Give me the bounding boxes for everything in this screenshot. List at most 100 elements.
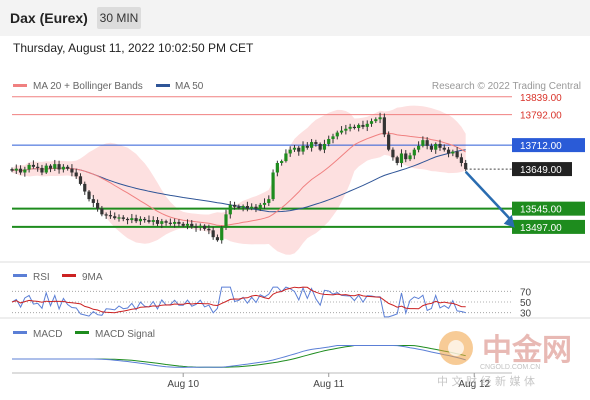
- candle: [83, 183, 87, 192]
- candle: [378, 117, 382, 120]
- macd-signal-legend-swatch: [75, 331, 89, 334]
- candle: [382, 117, 386, 135]
- candle: [48, 165, 53, 169]
- last-price-label: 13649.00: [520, 165, 562, 176]
- x-tick-label: Aug 10: [167, 379, 199, 390]
- candle: [181, 223, 185, 226]
- candle: [10, 169, 14, 171]
- candle: [241, 205, 245, 208]
- candle: [254, 206, 258, 209]
- candle: [177, 221, 181, 224]
- candle: [113, 216, 117, 219]
- candle: [331, 136, 335, 140]
- candle: [57, 164, 61, 170]
- rsi-line: [11, 286, 466, 318]
- candle: [305, 145, 309, 148]
- candle: [173, 221, 177, 224]
- candle: [151, 220, 155, 222]
- ma50-legend-label: MA 50: [175, 81, 204, 92]
- candle: [155, 220, 160, 224]
- watermark-brand: 中金网: [482, 333, 572, 368]
- candle: [78, 176, 83, 184]
- candle: [23, 169, 27, 173]
- candle: [399, 153, 404, 163]
- support-label: 13545.00: [520, 205, 562, 216]
- rsi-ma-legend-label: 9MA: [82, 272, 103, 283]
- candle: [348, 126, 352, 129]
- candle: [143, 218, 147, 221]
- candle: [301, 145, 305, 152]
- candle: [14, 168, 18, 171]
- candle: [267, 199, 271, 203]
- chart-svg: MA 20 + Bollinger Bands MA 50 Research © 2…: [0, 81, 590, 390]
- candle: [160, 221, 164, 224]
- candle: [134, 218, 138, 222]
- candle: [70, 168, 74, 173]
- pivot-label: 13712.00: [520, 141, 562, 152]
- candle: [220, 227, 224, 241]
- candle: [40, 167, 44, 173]
- candle: [121, 217, 125, 219]
- ma20-legend-swatch: [13, 84, 27, 87]
- candle: [365, 123, 369, 127]
- candle: [297, 147, 301, 152]
- candle: [245, 205, 249, 209]
- candle: [292, 147, 297, 150]
- resistance-label: 13792.00: [520, 111, 562, 122]
- candle: [412, 149, 416, 156]
- candle: [387, 134, 391, 150]
- candle: [108, 215, 113, 217]
- forecast-arrow-shaft: [464, 170, 512, 221]
- rsi-level-label: 70: [520, 287, 532, 298]
- candle: [130, 218, 134, 221]
- candle: [271, 172, 275, 200]
- rsi-legend-swatch: [13, 274, 27, 277]
- candle: [464, 162, 468, 170]
- candle: [425, 140, 429, 146]
- watermark-tagline: 中 文 财 经 新 媒 体: [437, 374, 535, 388]
- candle: [44, 165, 48, 173]
- candle: [224, 214, 228, 228]
- candle: [147, 220, 151, 222]
- candle: [53, 164, 57, 169]
- candle: [284, 153, 288, 162]
- candle: [237, 206, 241, 208]
- candle: [442, 147, 446, 150]
- candle: [36, 166, 40, 168]
- candle: [61, 166, 65, 170]
- candle: [369, 121, 374, 124]
- candle: [288, 149, 292, 154]
- candle: [74, 172, 78, 177]
- candle: [258, 204, 262, 209]
- candle: [194, 226, 198, 228]
- support-label: 13497.00: [520, 223, 562, 234]
- candle: [164, 221, 168, 223]
- candle: [417, 145, 421, 150]
- candle: [391, 149, 395, 158]
- candle: [262, 202, 267, 205]
- candle: [318, 143, 322, 150]
- candle: [203, 225, 207, 229]
- candle: [438, 143, 442, 148]
- candle: [104, 214, 108, 216]
- candle: [404, 153, 408, 160]
- watermark-url: CNGOLD.COM.CN: [480, 364, 540, 371]
- candle: [408, 155, 412, 160]
- candle: [100, 208, 104, 215]
- watermark-logo-inner: [448, 340, 464, 356]
- ma20-legend-label: MA 20 + Bollinger Bands: [33, 81, 143, 92]
- candle: [421, 140, 425, 146]
- candle: [455, 151, 459, 158]
- candle: [451, 151, 455, 154]
- candle: [310, 142, 314, 148]
- candle: [185, 223, 190, 226]
- candle: [352, 126, 356, 129]
- candle: [446, 149, 451, 154]
- macd-legend-swatch: [13, 331, 27, 334]
- rsi-ma-legend-swatch: [62, 274, 76, 277]
- candle: [275, 162, 279, 173]
- candle: [168, 222, 172, 224]
- rsi-level-label: 30: [520, 309, 532, 320]
- rsi-legend-label: RSI: [33, 272, 50, 283]
- candle: [339, 130, 344, 133]
